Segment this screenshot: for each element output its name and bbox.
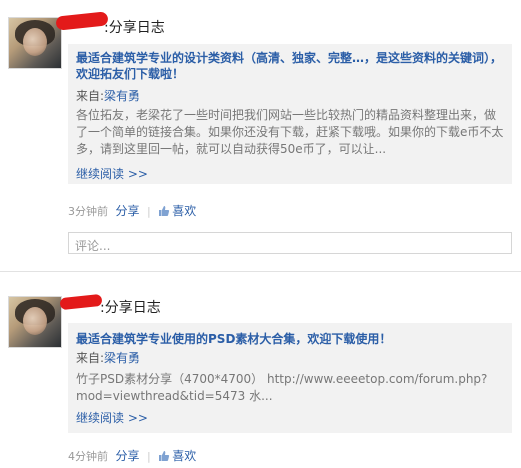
thumbs-up-icon — [159, 206, 170, 216]
avatar-face — [23, 307, 47, 335]
source-author-link[interactable]: 梁有勇 — [104, 89, 140, 103]
post-actions: 4分钟前 分享 | 喜欢 — [68, 447, 196, 464]
activity-type: :分享日志 — [104, 20, 165, 36]
read-more-link[interactable]: 继续阅读 >> — [76, 165, 148, 182]
shared-blog-card: 最适合建筑学专业使用的PSD素材大合集，欢迎下载使用！ 来自:梁有勇 竹子PSD… — [68, 323, 512, 433]
post-source: 来自:梁有勇 — [76, 87, 140, 104]
source-label: 来自: — [76, 351, 105, 365]
avatar-face — [23, 28, 47, 56]
post-timestamp: 4分钟前 — [68, 450, 108, 463]
like-button[interactable]: 喜欢 — [158, 449, 196, 463]
post-actions: 3分钟前 分享 | 喜欢 — [68, 202, 196, 219]
post-summary: 各位拓友，老梁花了一些时间把我们网站一些比较热门的精品资料整理出来，做了一个简单… — [76, 108, 504, 156]
share-button[interactable]: 分享 — [116, 204, 140, 218]
post-title-link[interactable]: 最适合建筑学专业的设计类资料（高清、独家、完整…，是这些资料的关键词），欢迎拓友… — [76, 50, 506, 82]
source-label: 来自: — [76, 89, 105, 103]
share-button[interactable]: 分享 — [116, 449, 140, 463]
post-title-link[interactable]: 最适合建筑学专业使用的PSD素材大合集，欢迎下载使用！ — [76, 331, 506, 347]
post-timestamp: 3分钟前 — [68, 205, 108, 218]
avatar[interactable] — [8, 296, 62, 348]
source-author-link[interactable]: 梁有勇 — [104, 351, 140, 365]
avatar[interactable] — [8, 17, 62, 69]
separator: | — [147, 205, 151, 218]
like-label: 喜欢 — [172, 449, 197, 463]
shared-blog-card: 最适合建筑学专业的设计类资料（高清、独家、完整…，是这些资料的关键词），欢迎拓友… — [68, 44, 512, 184]
separator: | — [147, 450, 151, 463]
thumbs-up-icon — [159, 451, 170, 461]
redacted-username[interactable] — [55, 11, 109, 31]
read-more-link[interactable]: 继续阅读 >> — [76, 409, 148, 426]
comment-input[interactable]: 评论... — [68, 232, 512, 254]
redacted-username[interactable] — [59, 293, 103, 311]
like-button[interactable]: 喜欢 — [158, 204, 196, 218]
feed-divider — [0, 271, 521, 272]
post-source: 来自:梁有勇 — [76, 349, 140, 366]
post-summary: 竹子PSD素材分享（4700*4700） http://www.eeeetop.… — [76, 372, 488, 403]
activity-type: :分享日志 — [100, 300, 161, 316]
like-label: 喜欢 — [172, 204, 197, 218]
